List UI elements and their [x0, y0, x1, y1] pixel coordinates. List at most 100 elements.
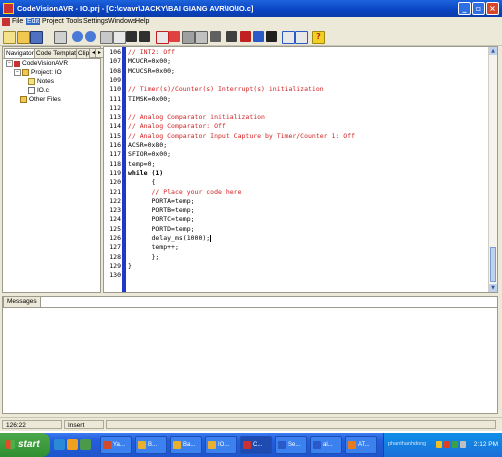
- folder-icon: [22, 69, 29, 76]
- save-icon[interactable]: [30, 31, 43, 44]
- tab-navigator[interactable]: Navigator: [4, 48, 36, 58]
- new-file-icon[interactable]: [3, 31, 16, 44]
- cut-icon[interactable]: [100, 31, 113, 44]
- tray-icon[interactable]: [452, 441, 458, 448]
- line-number: 107: [109, 57, 121, 66]
- code-line: // Timer(s)/Counter(s) Interrupt(s) init…: [128, 85, 324, 93]
- scroll-down-icon[interactable]: ▼: [489, 284, 497, 292]
- replace-icon[interactable]: [139, 31, 150, 42]
- undo-icon[interactable]: [72, 31, 83, 42]
- task-app-icon: [243, 441, 251, 449]
- code-line: delay_ms(1000);: [128, 234, 212, 242]
- menu-edit[interactable]: Edit: [26, 18, 41, 25]
- indent-icon[interactable]: [169, 31, 180, 42]
- line-number: 125: [109, 224, 121, 233]
- media-icon[interactable]: [80, 439, 91, 450]
- code-text: SFIOR=0x00;: [128, 150, 172, 159]
- c-file-icon: [28, 87, 35, 94]
- tray-icon[interactable]: [444, 441, 450, 448]
- code-line: // INT2: Off: [128, 48, 175, 56]
- taskbar-task-button[interactable]: B...: [135, 436, 167, 454]
- tree-node-root[interactable]: − CodeVisionAVR: [6, 60, 68, 68]
- code-text: while (1): [128, 168, 164, 177]
- task-app-icon: [208, 441, 216, 449]
- messages-divider: [3, 307, 497, 308]
- code-line: SFIOR=0x00;: [128, 150, 171, 158]
- redo-icon[interactable]: [85, 31, 96, 42]
- tree-node-notes[interactable]: Notes: [28, 78, 54, 86]
- help-icon[interactable]: ?: [312, 31, 325, 44]
- code-text: delay_ms(1000);: [128, 234, 211, 242]
- make-icon[interactable]: [195, 31, 208, 44]
- taskbar-task-button[interactable]: IO...: [205, 436, 237, 454]
- status-bar: 126:22 Insert: [0, 417, 502, 431]
- taskbar-task-button[interactable]: Se...: [275, 436, 307, 454]
- minimize-button[interactable]: _: [458, 2, 471, 15]
- clock: 2:12 PM: [473, 441, 498, 448]
- tree-node-io-c[interactable]: IO.c: [28, 87, 49, 95]
- code-text: // Analog Comparator Input Capture by Ti…: [128, 131, 355, 140]
- find-icon[interactable]: [126, 31, 137, 42]
- line-number: 123: [109, 206, 121, 215]
- code-text: PORTC=temp;: [128, 215, 195, 224]
- project-icon[interactable]: [282, 31, 295, 44]
- close-button[interactable]: ×: [486, 2, 499, 15]
- code-text: PORTB=temp;: [128, 206, 195, 215]
- window-icon[interactable]: [295, 31, 308, 44]
- chip-icon[interactable]: [210, 31, 221, 42]
- line-number: 113: [109, 113, 121, 122]
- firefox-icon[interactable]: [67, 439, 78, 450]
- volume-icon[interactable]: [460, 441, 466, 448]
- taskbar-task-button[interactable]: C...: [240, 436, 272, 454]
- scroll-thumb[interactable]: [490, 247, 496, 282]
- code-text: MCUCSR=0x00;: [128, 66, 175, 75]
- code-text: // Timer(s)/Counter(s) Interrupt(s) init…: [128, 85, 324, 94]
- menu-windows[interactable]: Windows: [108, 18, 136, 25]
- open-icon[interactable]: [17, 31, 30, 44]
- menu-tools[interactable]: Tools: [66, 18, 82, 25]
- window-title: CodeVisionAVR - IO.prj - [C:\cvavr\JACKY…: [17, 4, 254, 13]
- tray-icon[interactable]: [436, 441, 442, 448]
- menu-file[interactable]: File: [12, 18, 23, 25]
- terminal-icon[interactable]: [253, 31, 264, 42]
- notes-icon: [28, 78, 35, 85]
- maximize-button[interactable]: ▫: [472, 2, 485, 15]
- compile-icon[interactable]: [182, 31, 195, 44]
- menu-settings[interactable]: Settings: [83, 18, 108, 25]
- task-label: Ya...: [113, 442, 125, 448]
- tree-node-project[interactable]: − Project: IO: [14, 69, 62, 77]
- line-number: 129: [109, 261, 121, 270]
- debug-icon[interactable]: [226, 31, 237, 42]
- code-text: PORTA=temp;: [128, 196, 195, 205]
- taskbar-task-button[interactable]: Ya...: [100, 436, 132, 454]
- menu-help[interactable]: Help: [135, 18, 149, 25]
- line-number: 111: [109, 94, 121, 103]
- copy-icon[interactable]: [113, 31, 126, 44]
- code-text: temp++;: [128, 243, 179, 252]
- wizard-icon[interactable]: [266, 31, 277, 42]
- collapse-icon[interactable]: −: [6, 60, 13, 67]
- code-text: }: [128, 261, 132, 270]
- app-icon: [3, 3, 14, 14]
- start-button[interactable]: start: [0, 433, 50, 457]
- taskbar-task-button[interactable]: AT...: [345, 436, 377, 454]
- ie-icon[interactable]: [54, 439, 65, 450]
- print-icon[interactable]: [54, 31, 67, 44]
- code-line: // Analog Comparator initialization: [128, 113, 265, 121]
- code-editor[interactable]: 106 // INT2: Off 107 MCUCR=0x00; 108 MCUCSR=0…: [103, 46, 498, 293]
- programmer-icon[interactable]: [240, 31, 251, 42]
- code-line: // Analog Comparator: Off: [128, 122, 226, 130]
- line-number: 118: [109, 159, 121, 168]
- code-line: {: [128, 178, 155, 186]
- code-line: temp++;: [128, 243, 179, 252]
- code-text: // Analog Comparator initialization: [128, 113, 265, 122]
- taskbar-task-button[interactable]: al...: [310, 436, 342, 454]
- collapse-icon[interactable]: −: [14, 69, 21, 76]
- toolbar: ?: [0, 29, 502, 46]
- bookmark-icon[interactable]: [156, 31, 169, 44]
- scroll-up-icon[interactable]: ▲: [489, 47, 497, 55]
- taskbar-task-button[interactable]: Ba...: [170, 436, 202, 454]
- vertical-scrollbar[interactable]: ▲ ▼: [488, 47, 497, 292]
- menu-project[interactable]: Project: [42, 18, 64, 25]
- tree-node-other-files[interactable]: Other Files: [20, 96, 61, 104]
